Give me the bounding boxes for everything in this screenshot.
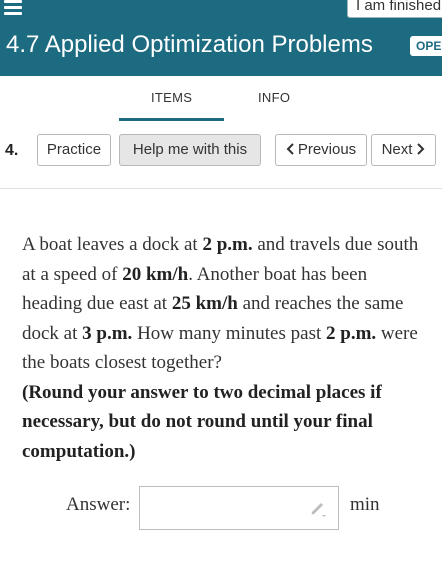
- next-label: Next: [381, 141, 413, 158]
- page-title: 4.7 Applied Optimization Problems: [6, 31, 373, 58]
- tab-info[interactable]: INFO: [258, 90, 290, 105]
- question-nav: 4. Practice Help me with this Previous N…: [0, 134, 442, 170]
- previous-button[interactable]: Previous: [275, 134, 367, 166]
- math-time: 2 p.m.: [326, 322, 377, 344]
- top-bar: I am finished 4.7 Applied Optimization P…: [0, 0, 442, 76]
- finished-button[interactable]: I am finished: [347, 0, 442, 18]
- math-speed: 20 km/h: [122, 263, 189, 285]
- practice-button[interactable]: Practice: [37, 134, 111, 166]
- math-time: 2 p.m.: [202, 234, 253, 255]
- status-badge: OPEN: [410, 36, 442, 56]
- pencil-icon[interactable]: [308, 498, 328, 518]
- answer-unit: min: [350, 494, 380, 515]
- question-instruction: (Round your answer to two decimal places…: [22, 381, 382, 462]
- answer-label: Answer:: [66, 494, 131, 515]
- answer-input[interactable]: [139, 486, 339, 530]
- active-tab-indicator: [119, 118, 224, 121]
- math-time: 3 p.m.: [82, 322, 133, 344]
- chevron-left-icon: [286, 143, 294, 155]
- divider: [0, 188, 442, 189]
- question-number: 4.: [5, 142, 19, 159]
- menu-icon[interactable]: [4, 0, 26, 17]
- help-button[interactable]: Help me with this: [119, 134, 261, 166]
- next-button[interactable]: Next: [371, 134, 436, 166]
- chevron-right-icon: [417, 143, 425, 155]
- tab-items[interactable]: ITEMS: [151, 90, 192, 105]
- tab-bar: ITEMS INFO: [0, 76, 442, 122]
- math-speed: 25 km/h: [171, 293, 238, 314]
- previous-label: Previous: [297, 141, 357, 158]
- question-text: A boat leaves a dock at 2 p.m. and trave…: [22, 230, 422, 466]
